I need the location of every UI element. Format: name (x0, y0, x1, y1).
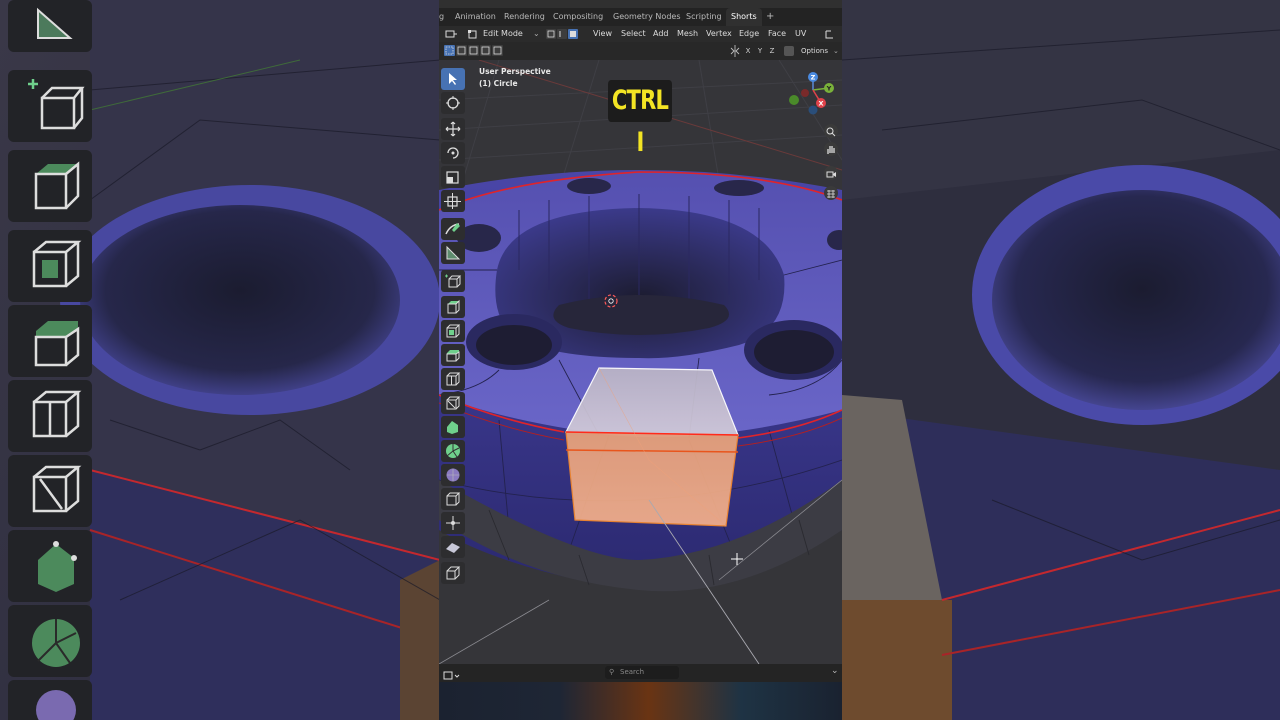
knife-icon (8, 455, 92, 527)
3d-viewport[interactable]: User Perspective (1) Circle CTRL I Z Y X (439, 60, 842, 664)
tab-scripting[interactable]: Scripting (686, 8, 722, 26)
inset-icon[interactable] (441, 320, 465, 342)
select-box-icon[interactable] (441, 68, 465, 90)
loop-cut-icon (8, 380, 92, 452)
move-icon[interactable] (441, 118, 465, 140)
proportional-edit-icon[interactable] (783, 43, 795, 59)
menu-edge[interactable]: Edge (739, 26, 759, 42)
selection-mode-buttons[interactable] (443, 43, 505, 59)
active-object-label: (1) Circle (479, 79, 518, 88)
tool-header: X Y Z Options ⌄ (439, 42, 842, 60)
poly-build-icon[interactable] (441, 416, 465, 438)
shear-icon[interactable] (441, 536, 465, 558)
tab-geometry-nodes[interactable]: Geometry Nodes (613, 8, 680, 26)
smooth-icon (8, 680, 92, 720)
transform-orientation-icon[interactable] (823, 26, 839, 42)
zoom-icon[interactable] (824, 124, 838, 138)
edge-slide-icon[interactable] (441, 488, 465, 510)
transform-icon[interactable] (441, 190, 465, 212)
tab-partial[interactable]: g (439, 8, 444, 26)
menu-uv[interactable]: UV (795, 26, 806, 42)
shrink-fatten-icon[interactable] (441, 512, 465, 534)
edit-mode-icon (467, 26, 479, 42)
chevron-down-icon: ⌄ (533, 29, 540, 38)
viewport-perspective-label: User Perspective (479, 67, 551, 76)
poly-build-icon (8, 530, 92, 602)
menu-vertex[interactable]: Vertex (706, 26, 732, 42)
rotate-icon[interactable] (441, 142, 465, 164)
chevron-down-icon: ⌄ (833, 47, 839, 55)
mode-selector[interactable]: Edit Mode (483, 26, 523, 42)
menu-mesh[interactable]: Mesh (677, 26, 698, 42)
spin-icon (8, 605, 92, 677)
tab-rendering[interactable]: Rendering (504, 8, 545, 26)
add-cube-icon (8, 70, 92, 142)
search-placeholder: Search (620, 668, 645, 676)
mirror-icon[interactable] (729, 43, 741, 59)
bevel-icon (8, 305, 92, 377)
tab-compositing[interactable]: Compositing (553, 8, 603, 26)
viewport-header: Edit Mode ⌄ View Select Add Mesh Vertex … (439, 26, 842, 42)
right-backdrop (842, 0, 1280, 720)
menu-view[interactable]: View (593, 26, 612, 42)
editor-type-icon[interactable] (444, 26, 458, 42)
inset-icon (8, 230, 92, 302)
screenshot: g Animation Rendering Compositing Geomet… (0, 0, 1280, 720)
bottom-strip (439, 682, 842, 720)
mirror-y-toggle[interactable]: Y (755, 43, 765, 59)
loop-cut-icon[interactable] (441, 368, 465, 390)
ortho-grid-icon[interactable] (824, 186, 838, 200)
left-backdrop (0, 0, 440, 720)
tab-shorts[interactable]: Shorts (726, 8, 762, 26)
add-cube-icon[interactable] (441, 270, 465, 292)
annotate-icon[interactable] (441, 218, 465, 240)
chevron-down-icon[interactable]: ⌄ (831, 666, 839, 676)
camera-view-icon[interactable] (824, 166, 838, 180)
search-input[interactable]: ⚲ Search (605, 666, 679, 679)
options-dropdown[interactable]: Options (801, 43, 828, 59)
measure-icon[interactable] (441, 242, 465, 264)
gizmo-x-label: X (818, 100, 823, 108)
bevel-icon[interactable] (441, 344, 465, 366)
measure-icon (8, 0, 92, 52)
mirror-x-toggle[interactable]: X (743, 43, 753, 59)
workspace-tabs: g Animation Rendering Compositing Geomet… (439, 8, 842, 26)
add-workspace-button[interactable]: + (766, 8, 774, 26)
menu-select[interactable]: Select (621, 26, 646, 42)
hotkey-overlay: CTRL I (608, 80, 672, 158)
menu-face[interactable]: Face (768, 26, 786, 42)
pan-hand-icon[interactable] (824, 142, 838, 156)
mirror-z-toggle[interactable]: Z (767, 43, 777, 59)
extrude-icon[interactable] (441, 296, 465, 318)
rip-icon[interactable] (441, 562, 465, 584)
spin-icon[interactable] (441, 440, 465, 462)
extrude-icon (8, 150, 92, 222)
menu-add[interactable]: Add (653, 26, 669, 42)
select-mode-group[interactable] (545, 26, 581, 42)
search-icon: ⚲ (609, 668, 615, 676)
gizmo-z-label: Z (811, 74, 816, 82)
navigation-gizmo[interactable]: Z Y X (785, 68, 841, 120)
smooth-icon[interactable] (441, 464, 465, 486)
gizmo-y-label: Y (826, 85, 832, 93)
knife-icon[interactable] (441, 392, 465, 414)
blender-window: g Animation Rendering Compositing Geomet… (439, 0, 842, 720)
tab-animation[interactable]: Animation (455, 8, 496, 26)
cursor-icon[interactable] (441, 92, 465, 114)
status-bar: ⚲ Search ⌄ (439, 664, 842, 682)
scale-icon[interactable] (441, 166, 465, 188)
